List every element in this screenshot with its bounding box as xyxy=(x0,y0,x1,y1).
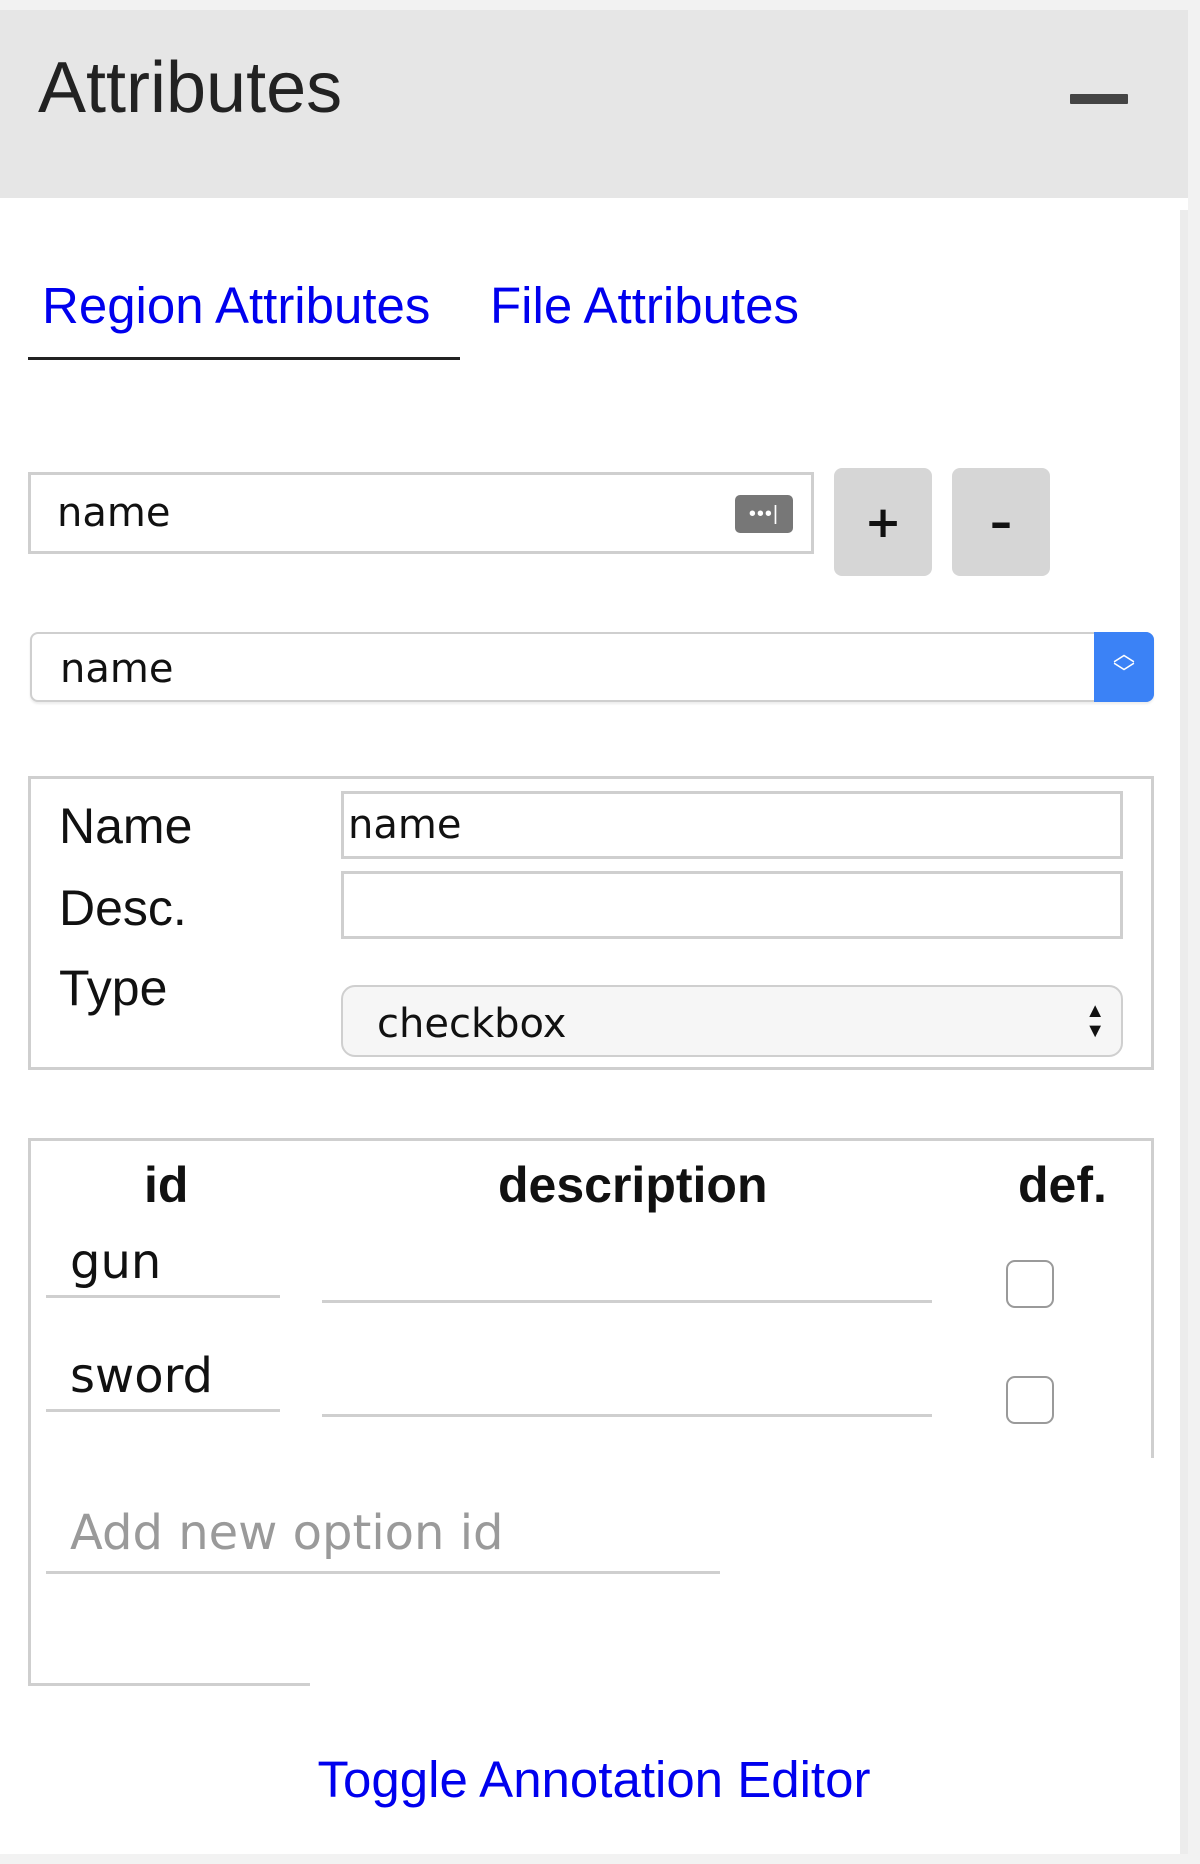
desc-label: Desc. xyxy=(59,880,187,936)
option-description-input[interactable] xyxy=(322,1228,932,1303)
minus-icon[interactable] xyxy=(1070,94,1128,104)
column-header-description: description xyxy=(498,1157,768,1213)
name-input[interactable] xyxy=(341,791,1123,859)
column-header-default: def. xyxy=(1018,1157,1107,1213)
attribute-select-value: name xyxy=(60,646,174,692)
option-id-input[interactable] xyxy=(46,1342,280,1412)
desc-input[interactable] xyxy=(341,871,1123,939)
attributes-title: Attributes xyxy=(38,48,343,128)
remove-attribute-button[interactable]: – xyxy=(952,468,1050,576)
keychain-autofill-icon[interactable]: •••| xyxy=(735,495,793,533)
type-select-value: checkbox xyxy=(377,1001,567,1047)
option-description-input[interactable] xyxy=(322,1342,932,1417)
options-border xyxy=(28,1138,1154,1141)
attribute-select[interactable]: name ︿ ﹀ xyxy=(30,632,1154,702)
options-table: id description def. xyxy=(28,1138,1154,1686)
active-tab-underline xyxy=(28,357,460,360)
column-header-id: id xyxy=(144,1157,189,1213)
tab-region-attributes[interactable]: Region Attributes xyxy=(42,280,430,331)
scrollbar[interactable] xyxy=(1180,210,1188,1854)
tab-file-attributes[interactable]: File Attributes xyxy=(490,280,799,331)
attribute-name-input[interactable] xyxy=(31,475,811,551)
option-default-checkbox[interactable] xyxy=(1006,1376,1054,1424)
add-attribute-button[interactable]: + xyxy=(834,468,932,576)
type-label: Type xyxy=(59,960,168,1016)
option-id-input[interactable] xyxy=(46,1228,280,1298)
toggle-annotation-editor-link[interactable]: Toggle Annotation Editor xyxy=(0,1754,1188,1805)
attributes-panel: Attributes Region Attributes File Attrib… xyxy=(0,10,1188,1854)
options-border xyxy=(1151,1138,1154,1458)
updown-arrows-icon: ▲ ▼ xyxy=(1085,1000,1105,1042)
chevron-updown-icon: ︿ ﹀ xyxy=(1094,632,1154,702)
attributes-header[interactable]: Attributes xyxy=(0,10,1188,198)
attribute-properties: Name Desc. Type checkbox ▲▼ xyxy=(28,776,1154,1070)
option-default-checkbox[interactable] xyxy=(1006,1260,1054,1308)
type-select[interactable]: checkbox ▲ ▼ xyxy=(341,985,1123,1057)
new-option-id-input[interactable] xyxy=(46,1494,720,1574)
name-label: Name xyxy=(59,798,193,854)
options-border xyxy=(28,1683,310,1686)
attribute-name-field: •••| xyxy=(28,472,814,554)
options-border xyxy=(28,1138,31,1686)
